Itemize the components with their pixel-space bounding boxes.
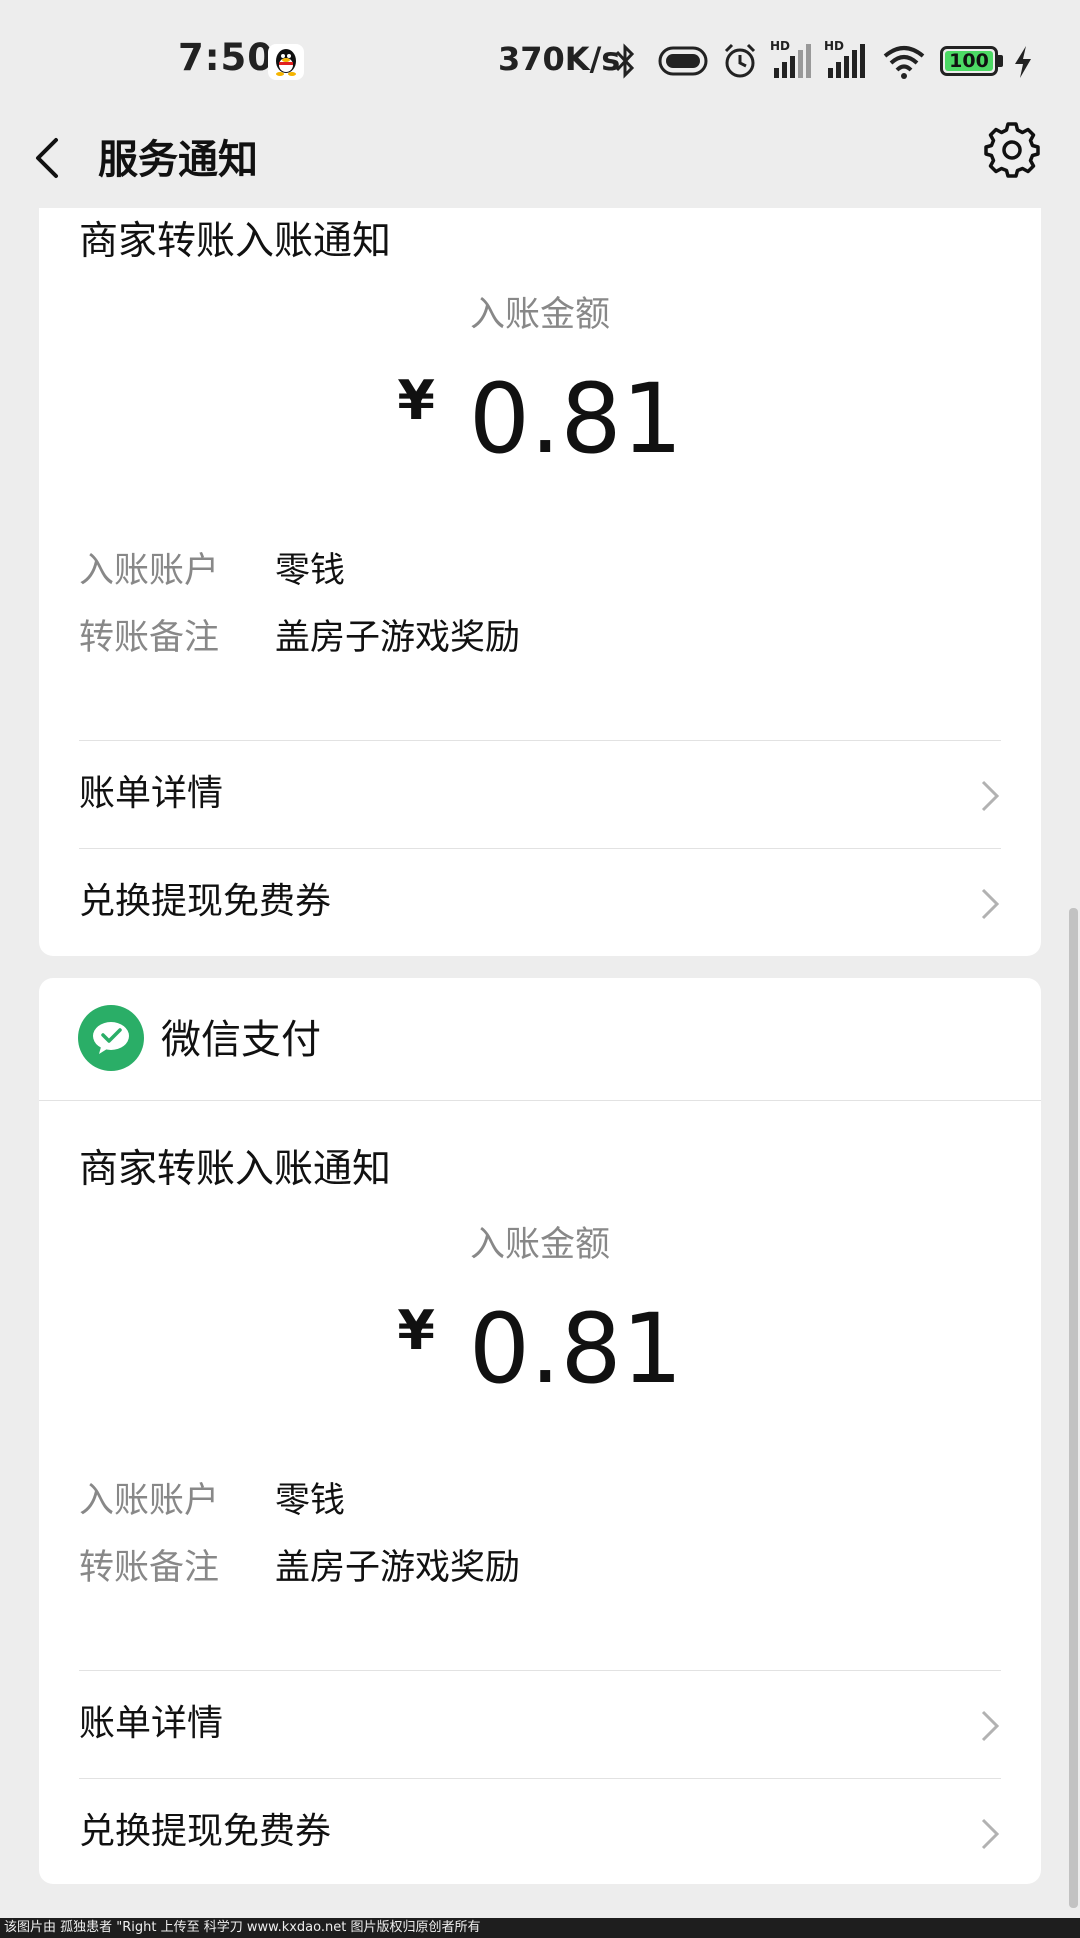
- chevron-right-icon: [981, 888, 1000, 920]
- scrollbar[interactable]: [1069, 908, 1078, 1908]
- chevron-right-icon: [981, 1710, 1000, 1742]
- amount-label: 入账金额: [469, 1225, 610, 1265]
- bluetooth-icon: [615, 43, 635, 79]
- network-speed: 370K/s: [498, 40, 621, 78]
- back-icon[interactable]: [32, 128, 72, 198]
- gear-icon[interactable]: [984, 122, 1040, 178]
- alarm-icon: [724, 43, 756, 78]
- account-label: 入账账户: [79, 1481, 220, 1521]
- voucher-link[interactable]: 兑换提现免费券: [79, 848, 1001, 956]
- battery-level: 100: [949, 50, 989, 72]
- qq-icon: [268, 44, 304, 80]
- bill-details-link[interactable]: 账单详情: [79, 740, 1001, 848]
- chevron-right-icon: [981, 780, 1000, 812]
- bill-details-label: 账单详情: [79, 1703, 224, 1744]
- account-value: 零钱: [275, 1481, 346, 1521]
- watermark-text: 该图片由 孤独患者 "Right 上传至 科学刀 www.kxdao.net 图…: [4, 1920, 481, 1935]
- remark-label: 转账备注: [79, 1548, 220, 1588]
- notification-card: 商家转账入账通知 入账金额 ¥0.81 入账账户 零钱 转账备注 盖房子游戏奖励 账…: [39, 208, 1041, 956]
- svg-text:HD: HD: [824, 39, 844, 53]
- page-title: 服务通知: [98, 137, 258, 183]
- watermark-bar: 该图片由 孤独患者 "Right 上传至 科学刀 www.kxdao.net 图…: [0, 1918, 1080, 1938]
- remark-value: 盖房子游戏奖励: [275, 1548, 521, 1588]
- wechat-pay-logo-icon: [78, 1005, 144, 1071]
- status-time: 7:50: [178, 36, 275, 79]
- chevron-right-icon: [981, 1818, 1000, 1850]
- battery-icon: 100: [940, 46, 1003, 78]
- nav-bar: 服务通知: [0, 122, 1080, 208]
- currency-symbol: ¥: [397, 1299, 435, 1362]
- voucher-label: 兑换提现免费券: [79, 881, 332, 922]
- account-row: 入账账户 零钱: [79, 1476, 345, 1526]
- bill-details-label: 账单详情: [79, 773, 224, 814]
- toggle-icon: [658, 46, 708, 76]
- remark-value: 盖房子游戏奖励: [275, 618, 521, 658]
- message-list[interactable]: 商家转账入账通知 入账金额 ¥0.81 入账账户 零钱 转账备注 盖房子游戏奖励 账…: [0, 208, 1080, 1918]
- amount-value: 0.81: [468, 1293, 683, 1405]
- remark-row: 转账备注 盖房子游戏奖励: [79, 613, 520, 663]
- status-bar: 7:50 370K/s HD HD 100: [0, 0, 1080, 122]
- amount-label: 入账金额: [469, 295, 610, 335]
- sender-name: 微信支付: [161, 1017, 321, 1063]
- voucher-link[interactable]: 兑换提现免费券: [79, 1778, 1001, 1886]
- hd-signal-icon-2: HD: [824, 39, 865, 78]
- charging-icon: [1015, 46, 1031, 78]
- svg-text:HD: HD: [770, 39, 790, 53]
- bill-details-link[interactable]: 账单详情: [79, 1670, 1001, 1778]
- remark-label: 转账备注: [79, 618, 220, 658]
- wifi-icon: [883, 46, 925, 79]
- notice-title: 商家转账入账通知: [79, 1147, 392, 1192]
- remark-row: 转账备注 盖房子游戏奖励: [79, 1543, 520, 1593]
- amount-value: 0.81: [468, 363, 683, 475]
- amount: ¥0.81: [39, 1294, 1041, 1432]
- amount: ¥0.81: [39, 364, 1041, 502]
- notification-card: 微信支付 商家转账入账通知 入账金额 ¥0.81 入账账户 零钱 转账备注 盖房子游…: [39, 978, 1041, 1884]
- notice-title: 商家转账入账通知: [79, 219, 392, 264]
- account-label: 入账账户: [79, 551, 220, 591]
- card-header[interactable]: 微信支付: [39, 978, 1041, 1101]
- hd-signal-icon: HD: [770, 39, 811, 78]
- currency-symbol: ¥: [397, 369, 435, 432]
- account-value: 零钱: [275, 551, 346, 591]
- account-row: 入账账户 零钱: [79, 546, 345, 596]
- voucher-label: 兑换提现免费券: [79, 1811, 332, 1852]
